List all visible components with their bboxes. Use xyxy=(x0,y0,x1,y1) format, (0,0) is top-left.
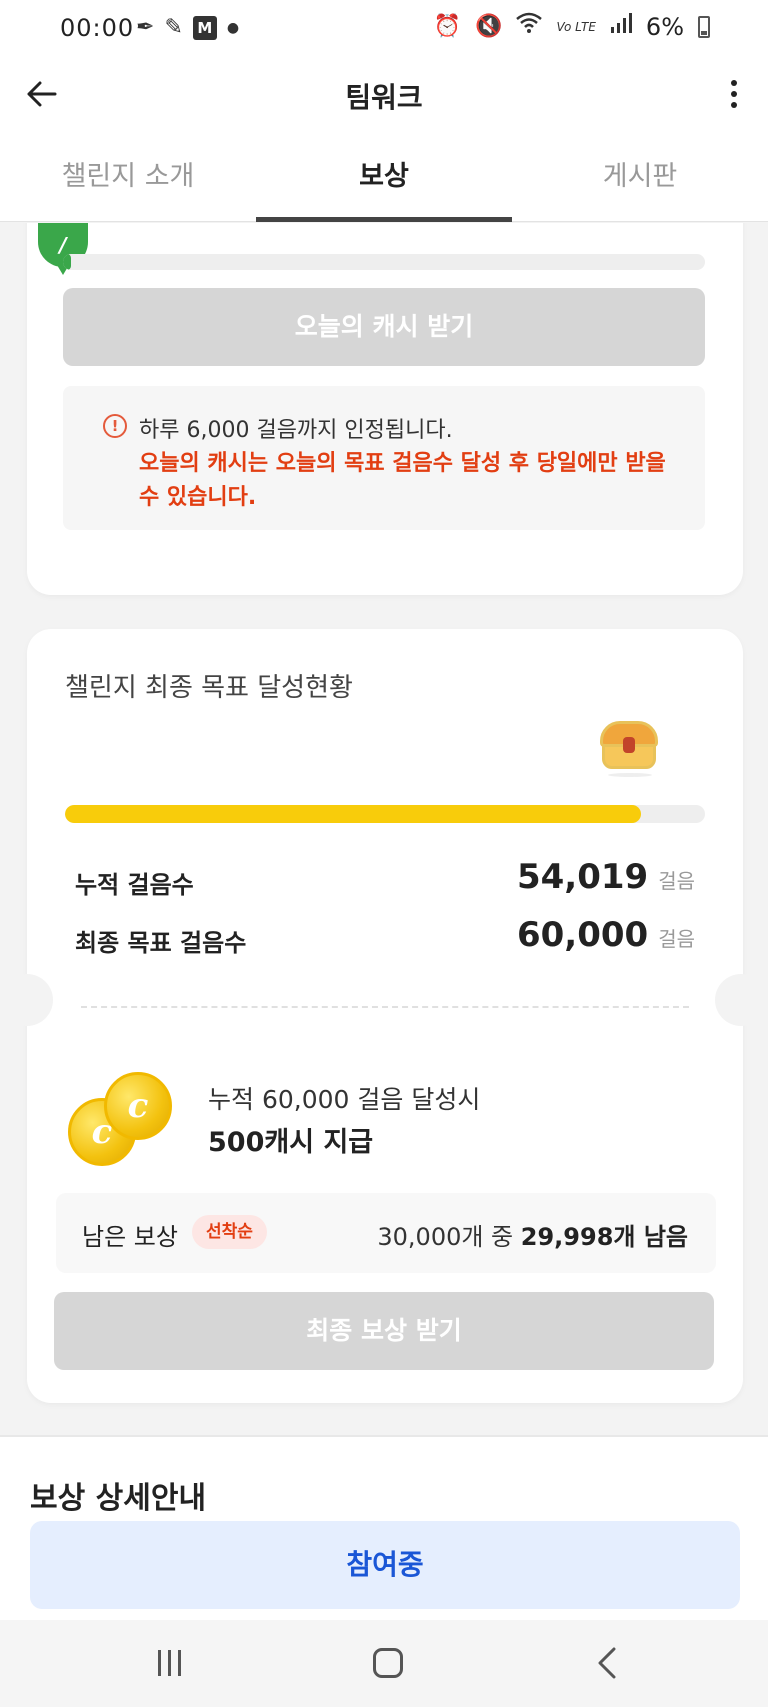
ticket-notch-right xyxy=(715,974,767,1026)
mute-icon: 🔇 xyxy=(475,14,503,39)
notice-step-limit: 하루 6,000 걸음까지 인정됩니다. xyxy=(139,418,453,443)
treasure-chest-icon xyxy=(600,721,658,777)
ticket-notch-left xyxy=(1,974,53,1026)
coins-icon: c c xyxy=(68,1072,178,1168)
walking-icon: / xyxy=(59,233,67,257)
accumulated-steps-label: 누적 걸음수 xyxy=(75,871,194,899)
steps-unit: 걸음 xyxy=(658,869,695,893)
final-reward-button[interactable]: 최종 보상 받기 xyxy=(54,1292,714,1370)
wifi-icon xyxy=(516,12,543,42)
notification-icons: ✒ ✎ M ● xyxy=(136,14,239,42)
reward-details-title: 보상 상세안내 xyxy=(30,1481,207,1516)
alarm-icon: ⏰ xyxy=(433,14,462,39)
feather-icon: ✒ xyxy=(136,15,155,40)
target-steps-value: 60,000 xyxy=(516,915,649,955)
final-goal-progress-fill xyxy=(65,805,641,823)
dashed-divider xyxy=(81,1006,689,1008)
system-back-button[interactable] xyxy=(590,1646,624,1680)
final-goal-card: 챌린지 최종 목표 달성현황 누적 걸음수 54,019 걸음 최종 목표 걸음… xyxy=(27,629,743,1403)
battery-icon xyxy=(698,16,710,38)
final-goal-progress-bar xyxy=(65,805,705,823)
accumulated-steps-value: 54,019 xyxy=(516,857,649,897)
daily-progress-bar xyxy=(63,254,705,270)
status-bar: 00:00 ✒ ✎ M ● ⏰ 🔇 Vo LTE 6% xyxy=(0,0,768,56)
steps-unit: 걸음 xyxy=(658,927,695,951)
volte-icon: Vo LTE xyxy=(556,20,596,34)
reward-condition: 누적 60,000 걸음 달성시 xyxy=(208,1085,481,1114)
remaining-rewards-count: 30,000개 중 29,998개 남음 xyxy=(377,1223,688,1251)
pen-icon: ✎ xyxy=(164,15,183,40)
system-icons: ⏰ 🔇 Vo LTE 6% xyxy=(434,12,710,42)
tab-board[interactable]: 게시판 xyxy=(512,132,768,221)
notice-cash-rule: 오늘의 캐시는 오늘의 목표 걸음수 달성 후 당일에만 받을 수 있습니다. xyxy=(139,451,666,510)
accumulated-steps-row: 누적 걸음수 54,019 걸음 xyxy=(75,857,695,901)
recent-apps-button[interactable] xyxy=(158,1650,181,1676)
tab-challenge-intro[interactable]: 챌린지 소개 xyxy=(0,132,256,221)
signal-icon xyxy=(610,12,632,42)
remaining-rewards: 남은 보상 선착순 30,000개 중 29,998개 남음 xyxy=(56,1193,716,1273)
target-steps-label: 최종 목표 걸음수 xyxy=(75,929,247,957)
chevron-left-icon xyxy=(598,1647,616,1679)
daily-notice: ! 하루 6,000 걸음까지 인정됩니다. 오늘의 캐시는 오늘의 목표 걸음… xyxy=(63,386,705,530)
tab-rewards[interactable]: 보상 xyxy=(256,132,512,222)
final-goal-title: 챌린지 최종 목표 달성현황 xyxy=(65,673,353,703)
tab-bar: 챌린지 소개 보상 게시판 xyxy=(0,132,768,222)
target-steps-row: 최종 목표 걸음수 60,000 걸음 xyxy=(75,915,695,959)
daily-cash-button[interactable]: 오늘의 캐시 받기 xyxy=(63,288,705,366)
alert-icon: ! xyxy=(103,414,127,438)
remaining-rewards-label: 남은 보상 xyxy=(82,1223,178,1251)
page-title: 팀워크 xyxy=(345,81,423,114)
more-options-button[interactable] xyxy=(714,74,754,114)
m-app-icon: M xyxy=(192,16,217,40)
more-vertical-icon xyxy=(731,80,737,86)
system-nav-bar xyxy=(0,1620,768,1707)
rewards-content[interactable]: / 오늘의 캐시 받기 ! 하루 6,000 걸음까지 인정됩니다. 오늘의 캐… xyxy=(0,223,768,1620)
battery-percent: 6% xyxy=(645,13,684,41)
status-time: 00:00 xyxy=(60,14,135,42)
joined-button[interactable]: 참여중 xyxy=(30,1521,740,1609)
dot-icon: ● xyxy=(226,20,240,36)
reward-amount: 500캐시 지급 xyxy=(208,1127,374,1158)
first-come-badge: 선착순 xyxy=(192,1215,267,1249)
app-header: 팀워크 xyxy=(0,56,768,132)
home-button[interactable] xyxy=(373,1648,403,1678)
